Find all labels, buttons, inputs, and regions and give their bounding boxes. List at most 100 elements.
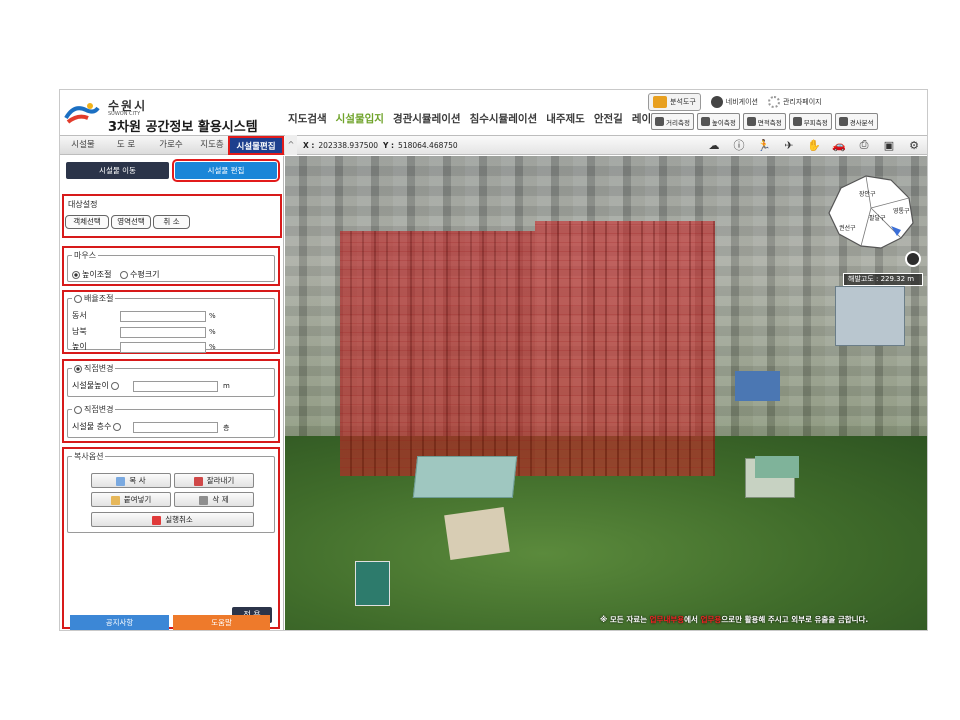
north-south-input[interactable] [120,327,206,338]
cut-label: 잘라내기 [206,476,235,485]
tab-facility-edit[interactable]: 시설물편집 [228,136,284,155]
slope-icon [838,117,848,126]
east-west-input[interactable] [120,311,206,322]
walk-icon[interactable]: 🏃 [755,137,773,153]
undo-icon [152,515,162,525]
panel-tabs: 시설물 도 로 가로수 지도층 시설물편집 [60,135,285,155]
copy-button[interactable]: 복 사 [91,473,171,488]
district-gwonseon: 권선구 [839,224,856,232]
undo-button[interactable]: 실행취소 [91,512,254,527]
menu-theme-map[interactable]: 내주제도 [546,111,585,126]
district-yeongtong: 영통구 [893,207,910,215]
map-3d-view[interactable]: 장안구 팔달구 영통구 권선구 해발고도 : 229.32 m ※ 모든 자료는… [285,156,927,630]
direct-floors-legend[interactable]: 직접변경 [72,404,115,415]
facility-floors-unit: 층 [223,424,230,432]
print-icon[interactable]: ⎙ [855,137,873,153]
facility-height-input[interactable] [133,381,218,392]
x-coordinate-label: X : [303,141,315,150]
tab-street-tree[interactable]: 가로수 [146,136,196,155]
app-window: 수원시 SUWON CITY 3차원 공간정보 활용시스템 지도검색 시설물입지… [59,89,928,631]
car-icon[interactable]: 🚗 [830,137,848,153]
volume-measure-button[interactable]: 부피측정 [788,113,832,130]
facility-floors-input[interactable] [133,422,218,433]
info-icon[interactable]: ⓘ [730,137,748,153]
cut-button[interactable]: 잘라내기 [174,473,254,488]
cloud-icon[interactable]: ☁ [705,137,723,153]
paste-icon [110,495,120,505]
menu-flood-sim[interactable]: 침수시뮬레이션 [470,111,538,126]
y-coordinate-value: 518064.468750 [398,141,458,150]
scale-legend[interactable]: 배율조절 [72,293,115,304]
logo[interactable]: 수원시 SUWON CITY 3차원 공간정보 활용시스템 [64,94,284,135]
copy-option-legend: 복사옵션 [74,452,104,461]
system-title: 3차원 공간정보 활용시스템 [108,120,258,135]
x-coordinate: X :202338.937500 [303,141,378,150]
area-measure-label: 면적측정 [757,118,782,127]
gear-icon [767,96,780,108]
gym-roof [412,456,518,498]
facility-floors-radio[interactable] [113,422,122,431]
facility-edit-button[interactable]: 시설물 편집 [172,159,280,182]
district-paldal: 팔달구 [869,214,886,222]
paste-button[interactable]: 붙여넣기 [91,492,171,507]
delete-button[interactable]: 삭 제 [174,492,254,507]
help-button[interactable]: 도움말 [173,615,270,630]
collapse-panel-button[interactable]: ^ [285,135,297,155]
y-coordinate-label: Y : [383,141,395,150]
x-coordinate-value: 202338.937500 [318,141,379,150]
slope-analysis-button[interactable]: 경사분석 [834,113,878,130]
navigation-label: 네비게이션 [725,98,758,106]
tab-facility[interactable]: 시설물 [60,136,106,155]
sand-field [444,507,510,560]
selected-building-left[interactable] [340,231,535,476]
select-area-button[interactable]: 영역선택 [111,215,151,229]
area-icon [746,117,756,126]
disclaimer-highlight-1: 업무내부용 [649,615,685,624]
facility-floors-label: 시설물 층수 [72,421,123,432]
height-measure-button[interactable]: 높이측정 [696,113,740,130]
settings-icon[interactable]: ⚙ [905,137,923,153]
tab-map-layer[interactable]: 지도층 [196,136,228,155]
disclaimer-mid: 에서 [684,615,698,624]
menu-map-search[interactable]: 지도검색 [288,111,327,126]
admin-page-button[interactable]: 관리자페이지 [767,96,822,108]
facility-height-radio[interactable] [110,381,119,390]
east-west-unit: % [209,312,216,320]
select-object-button[interactable]: 객체선택 [65,215,109,229]
direct-height-legend[interactable]: 직접변경 [72,363,115,374]
cancel-select-button[interactable]: 취 소 [153,215,190,229]
analysis-tool-button[interactable]: 분석도구 [648,93,701,111]
coordinate-bar: X :202338.937500 Y :518064.468750 ☁ ⓘ 🏃 … [297,135,927,155]
height-measure-label: 높이측정 [711,118,736,127]
fly-icon[interactable]: ✈ [780,137,798,153]
menu-facility-siting[interactable]: 시설물입지 [336,111,384,126]
horizontal-size-radio[interactable]: 수평크기 [120,269,159,280]
area-measure-button[interactable]: 면적측정 [742,113,786,130]
tab-road[interactable]: 도 로 [106,136,146,155]
selected-building-right[interactable] [535,221,715,476]
hand-icon[interactable]: ✋ [805,137,823,153]
height-adjust-radio[interactable]: 높이조절 [72,269,111,280]
slope-analysis-label: 경사분석 [849,118,874,127]
building [835,286,905,346]
menu-safe-route[interactable]: 안전길 [594,111,623,126]
header: 수원시 SUWON CITY 3차원 공간정보 활용시스템 지도검색 시설물입지… [60,90,927,135]
navigation-button[interactable]: 네비게이션 [710,96,758,108]
edit-panel: 시설물 이동 시설물 편집 ① 대상설정 객체선택 영역선택 취 소 ② 마우스… [60,156,284,630]
district-minimap[interactable]: 장안구 팔달구 영통구 권선구 [821,168,921,264]
compass-icon[interactable] [905,251,921,267]
analysis-tool-icon [653,96,667,108]
navigation-icon [710,96,723,108]
main-menu: 지도검색 시설물입지 경관시뮬레이션 침수시뮬레이션 내주제도 안전길 레이어 [288,111,661,126]
direct-floors-radio [74,405,82,414]
facility-move-button[interactable]: 시설물 이동 [66,162,169,179]
menu-landscape-sim[interactable]: 경관시뮬레이션 [393,111,461,126]
sports-court [355,561,390,606]
height-scale-input[interactable] [120,342,206,353]
notice-button[interactable]: 공지사항 [70,615,169,630]
scale-legend-label: 배율조절 [84,294,114,303]
direct-height-legend-label: 직접변경 [84,364,114,373]
fullscreen-icon[interactable]: ▣ [880,137,898,153]
distance-measure-button[interactable]: 거리측정 [651,113,694,130]
copy-icon [116,476,126,486]
